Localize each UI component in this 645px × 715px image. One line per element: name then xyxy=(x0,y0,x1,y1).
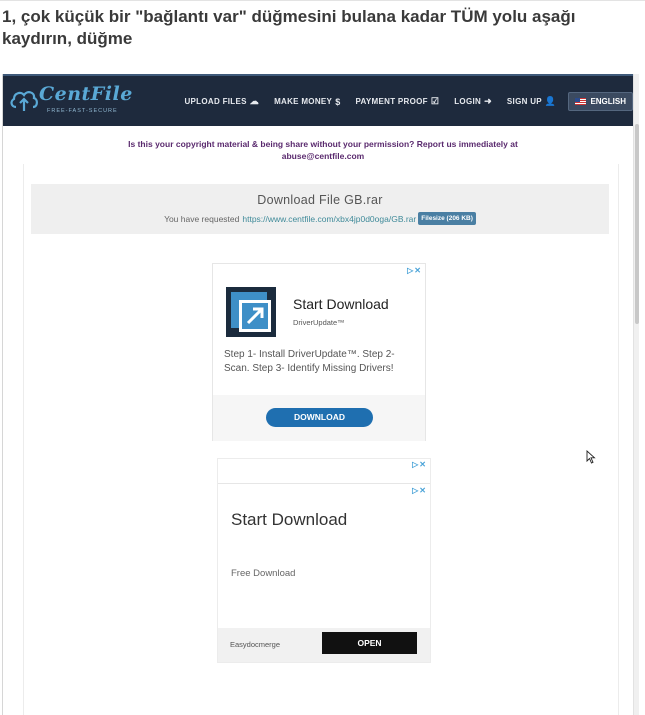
scrollbar-thumb[interactable] xyxy=(635,124,639,324)
nav-label: LOGIN xyxy=(454,97,482,106)
notice-line: Is this your copyright material & being … xyxy=(128,139,518,149)
nav-upload-files[interactable]: UPLOAD FILES ☁ xyxy=(184,96,259,107)
abuse-email[interactable]: abuse@centfile.com xyxy=(63,150,583,162)
ad-choices-icon[interactable]: ▷✕ xyxy=(412,460,427,469)
ad-subtitle: Free Download xyxy=(231,568,296,579)
filesize-badge: Filesize (206 KB) xyxy=(418,212,476,225)
browser-screenshot: CentFile FREE-FAST-SECURE UPLOAD FILES ☁… xyxy=(2,74,639,715)
cloud-logo-icon xyxy=(10,91,38,111)
download-header: Download File GB.rar You have requested … xyxy=(31,184,609,234)
download-request: You have requested https://www.centfile.… xyxy=(31,212,609,225)
user-plus-icon: 👤 xyxy=(544,96,557,106)
ad-description: Step 1- Install DriverUpdate™. Step 2- S… xyxy=(224,349,395,374)
ad-advertiser: DriverUpdate™ xyxy=(293,318,345,327)
brand-name: CentFile xyxy=(39,83,133,105)
ad-title: Start Download xyxy=(293,296,389,312)
ad-footer: DOWNLOAD xyxy=(213,395,425,441)
top-divider xyxy=(0,0,645,1)
dollar-icon: $ xyxy=(335,96,341,107)
ad-download-button[interactable]: DOWNLOAD xyxy=(266,408,373,427)
ad-open-button[interactable]: OPEN xyxy=(322,632,417,654)
cloud-upload-icon: ☁ xyxy=(249,96,260,106)
nav-label: UPLOAD FILES xyxy=(184,97,247,106)
advertisement-container: ▷✕ ▷✕ Start Download Free Download Easyd… xyxy=(217,458,431,663)
language-button[interactable]: ENGLISH xyxy=(568,92,633,111)
nav-label: PAYMENT PROOF xyxy=(355,97,428,106)
site-logo[interactable]: CentFile FREE-FAST-SECURE xyxy=(9,83,139,121)
site-navbar: CentFile FREE-FAST-SECURE UPLOAD FILES ☁… xyxy=(3,74,639,126)
language-label: ENGLISH xyxy=(590,97,626,106)
ad-footer: Easydocmerge OPEN xyxy=(218,628,430,662)
ad-title: Start Download xyxy=(231,510,348,529)
ad-advertiser: Easydocmerge xyxy=(230,640,281,649)
nav-login[interactable]: LOGIN ➜ xyxy=(454,96,492,107)
nav-make-money[interactable]: MAKE MONEY $ xyxy=(274,97,340,107)
sign-in-icon: ➜ xyxy=(484,96,492,106)
nav-sign-up[interactable]: SIGN UP 👤 xyxy=(507,96,557,107)
page-scrollbar[interactable] xyxy=(633,74,639,715)
ad-choices-icon[interactable]: ▷✕ xyxy=(412,486,427,495)
us-flag-icon xyxy=(575,98,587,105)
nav-label: MAKE MONEY xyxy=(274,97,333,106)
download-title: Download File GB.rar xyxy=(257,193,383,207)
advertisement-easydocmerge[interactable]: ▷✕ Start Download Free Download Easydocm… xyxy=(218,483,430,662)
brand-tagline: FREE-FAST-SECURE xyxy=(47,108,118,114)
request-prefix: You have requested xyxy=(164,213,240,224)
mouse-cursor-icon xyxy=(586,450,596,464)
advertisement-driverupdate[interactable]: ▷✕ Start Download DriverUpdate™ Step 1- … xyxy=(212,263,426,441)
driverupdate-logo-icon xyxy=(226,287,276,337)
article-title: 1, çok küçük bir "bağlantı var" düğmesin… xyxy=(2,7,576,48)
nav-payment-proof[interactable]: PAYMENT PROOF ☑ xyxy=(356,96,440,107)
nav-menu: UPLOAD FILES ☁ MAKE MONEY $ PAYMENT PROO… xyxy=(169,92,633,111)
copyright-notice: Is this your copyright material & being … xyxy=(63,138,583,162)
nav-label: SIGN UP xyxy=(506,97,542,106)
file-url-link[interactable]: https://www.centfile.com/xbx4jp0d0oga/GB… xyxy=(242,214,416,224)
ad-choices-icon[interactable]: ▷✕ xyxy=(407,266,422,275)
checkbox-icon: ☑ xyxy=(430,96,440,106)
